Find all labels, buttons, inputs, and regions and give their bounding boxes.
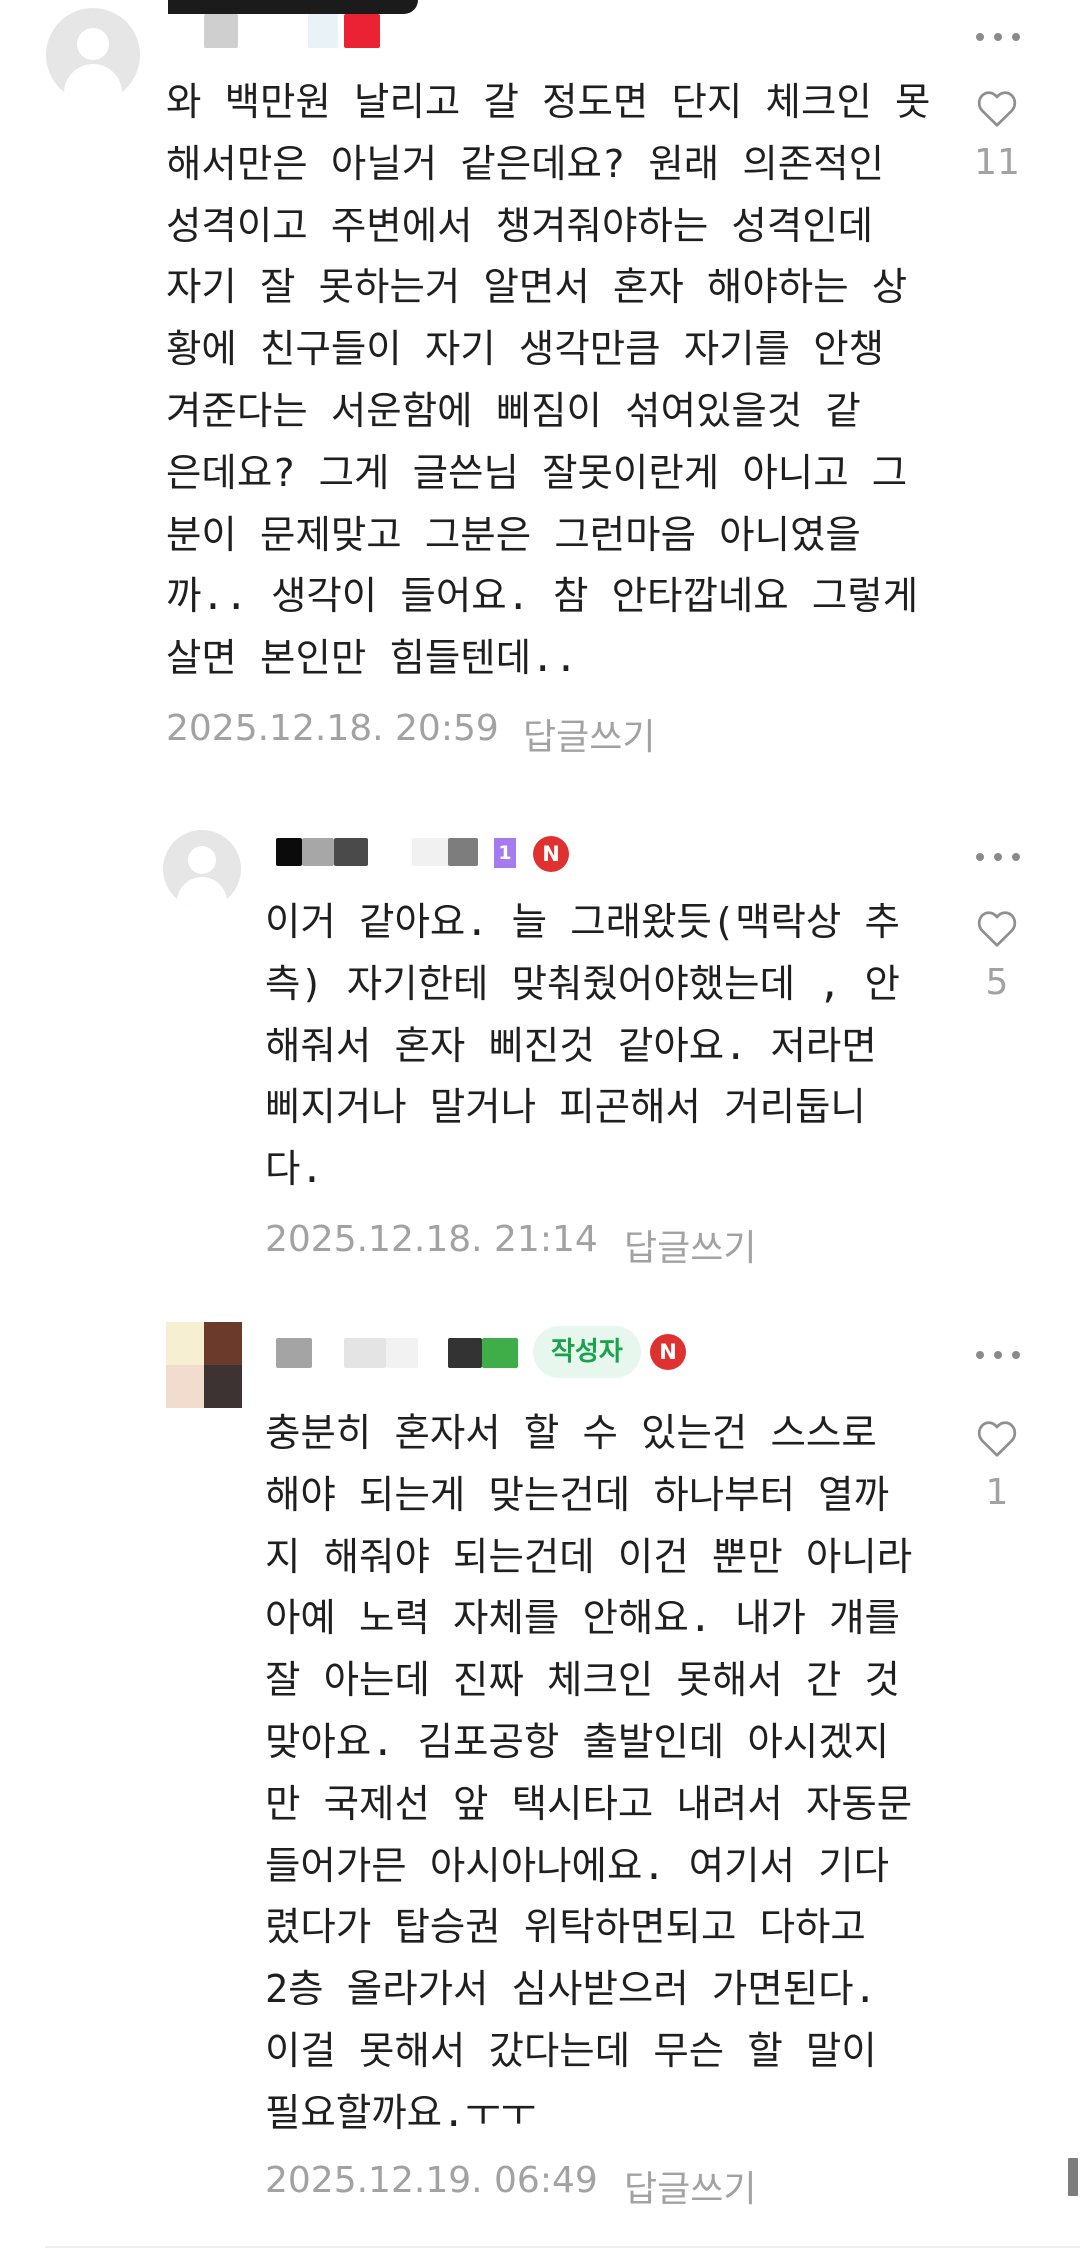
heart-outline-icon — [977, 91, 1017, 127]
default-profile-icon[interactable] — [46, 8, 140, 102]
more-options-button[interactable] — [976, 27, 1020, 47]
comment-date: 2025.12.18. 20:59 — [166, 708, 499, 749]
reply-comment-item: 1 N 이거 같아요. 늘 그래왔듯(맥락상 추 측) 자기한테 맞춰줬어야했는… — [0, 780, 1080, 1280]
like-count: 5 — [985, 962, 1009, 1003]
author-name-blurred[interactable] — [272, 830, 532, 870]
heart-outline-icon — [977, 911, 1017, 947]
more-options-button[interactable] — [976, 1345, 1020, 1365]
reply-comment-item: 작성자 N 충분히 혼자서 할 수 있는건 스스로 해야 되는게 맞는건데 하나… — [0, 1280, 1080, 2240]
comment-text: 충분히 혼자서 할 수 있는건 스스로 해야 되는게 맞는건데 하나부터 열까 … — [265, 1411, 913, 2136]
like-button[interactable]: 11 — [967, 88, 1027, 183]
new-badge: N — [533, 836, 569, 872]
reply-link[interactable]: 답글쓰기 — [624, 2160, 756, 2212]
like-count: 1 — [985, 1472, 1009, 1513]
like-count: 11 — [974, 142, 1020, 183]
comment-text: 이거 같아요. 늘 그래왔듯(맥락상 추 측) 자기한테 맞춰줬어야했는데 , … — [265, 900, 900, 1193]
default-profile-icon[interactable] — [163, 830, 241, 908]
author-name-blurred[interactable] — [272, 1338, 532, 1378]
reply-link[interactable]: 답글쓰기 — [523, 708, 655, 760]
comment-item: 와 백만원 날리고 갈 정도면 단지 체크인 못 해서만은 아닐거 같은데요? … — [0, 0, 1080, 780]
comment-date: 2025.12.18. 21:14 — [265, 1219, 598, 1260]
more-options-button[interactable] — [976, 847, 1020, 867]
author-name-blurred[interactable] — [168, 0, 428, 48]
heart-outline-icon — [977, 1421, 1017, 1457]
divider — [45, 2246, 1080, 2248]
level-badge: 1 — [494, 838, 516, 868]
new-badge: N — [650, 1334, 686, 1370]
writer-badge: 작성자 — [533, 1326, 641, 1378]
like-button[interactable]: 1 — [967, 1418, 1027, 1513]
like-button[interactable]: 5 — [967, 908, 1027, 1003]
scrollbar-thumb[interactable] — [1068, 2158, 1078, 2196]
comment-text: 와 백만원 날리고 갈 정도면 단지 체크인 못 해서만은 아닐거 같은데요? … — [166, 80, 931, 682]
comment-date: 2025.12.19. 06:49 — [265, 2160, 598, 2201]
profile-avatar[interactable] — [166, 1322, 242, 1408]
reply-link[interactable]: 답글쓰기 — [624, 1219, 756, 1271]
